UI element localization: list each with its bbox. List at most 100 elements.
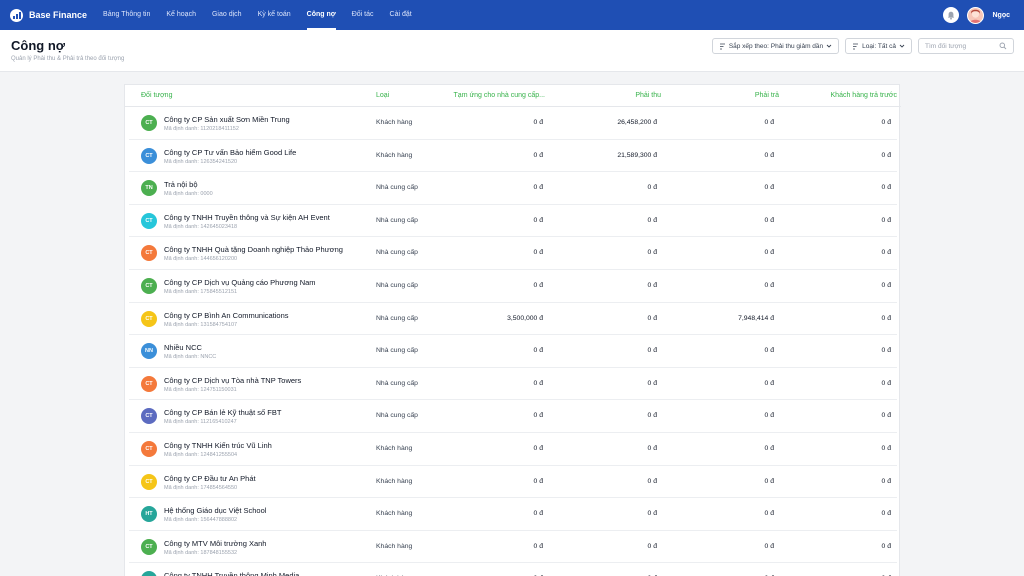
nav-item-partners[interactable]: Đối tác bbox=[344, 0, 382, 30]
user-name[interactable]: Ngọc bbox=[993, 12, 1011, 19]
advance-amount: 3,500,000 đ bbox=[507, 314, 543, 322]
entity-avatar: CT bbox=[141, 441, 157, 457]
entity-name[interactable]: Công ty MTV Môi trường Xanh bbox=[164, 539, 266, 548]
payable-amount: 0 đ bbox=[764, 184, 774, 192]
entity-name[interactable]: Công ty CP Bình An Communications bbox=[164, 311, 289, 320]
entity-code: Mã định danh: 112165410247 bbox=[164, 419, 237, 426]
table-row[interactable]: CT Công ty CP Dịch vụ Quảng cáo Phương Na… bbox=[129, 270, 897, 303]
search-input[interactable]: Tìm đối tượng bbox=[918, 38, 1014, 54]
receivable-amount: 21,589,300 đ bbox=[617, 151, 657, 159]
nav-item-debts[interactable]: Công nợ bbox=[299, 0, 344, 30]
receivable-amount: 0 đ bbox=[647, 249, 657, 257]
prepaid-amount: 0 đ bbox=[881, 542, 891, 550]
user-area: Ngọc bbox=[942, 0, 1011, 30]
entity-avatar: HT bbox=[141, 506, 157, 523]
prepaid-amount: 0 đ bbox=[881, 249, 891, 257]
advance-amount: 0 đ bbox=[533, 249, 543, 257]
entity-code: Mã định danh: 124841255504 bbox=[164, 452, 238, 458]
search-icon bbox=[999, 42, 1007, 50]
table-row[interactable]: NN Nhiều NCC Mã định danh: NNCC Nhà cung cấ… bbox=[129, 335, 897, 368]
table-row[interactable]: CT Công ty MTV Môi trường Xanh Mã định dan… bbox=[129, 531, 897, 564]
entity-type: Nhà cung cấp bbox=[376, 412, 418, 420]
entity-avatar: CT bbox=[141, 310, 157, 327]
table-row[interactable]: CT Công ty CP Sản xuất Sơn Miền Trung Mã đ… bbox=[129, 107, 897, 140]
entity-name[interactable]: Nhiều NCC bbox=[164, 343, 202, 352]
receivable-amount: 26,458,200 đ bbox=[617, 119, 657, 126]
table-row[interactable]: CTCông ty TNHH Truyền thông Minh MediaMã… bbox=[129, 563, 897, 576]
table-row[interactable]: CT Công ty TNHH Truyền thông và Sự kiện A… bbox=[129, 205, 897, 238]
entity-name[interactable]: Công ty TNHH Truyền thông Minh Media bbox=[164, 571, 299, 576]
nav-item-settings[interactable]: Cài đặt bbox=[382, 0, 420, 30]
entity-name[interactable]: Hệ thống Giáo dục Việt School bbox=[164, 506, 266, 515]
nav-item-accounting-period[interactable]: Kỳ kế toán bbox=[250, 0, 299, 30]
table-row[interactable]: CT Công ty CP Bán lẻ Kỹ thuật số FBT Mã đị… bbox=[129, 400, 897, 433]
chevron-down-icon bbox=[899, 44, 905, 48]
sort-dropdown[interactable]: Sắp xếp theo: Phải thu giảm dần bbox=[711, 38, 840, 54]
entity-name[interactable]: Công ty TNHH Quà tặng Doanh nghiệp Thảo … bbox=[164, 245, 343, 254]
entity-name[interactable]: Công ty TNHH Kiến trúc Vũ Linh bbox=[164, 441, 272, 450]
table-row[interactable]: TN Trả nội bộ Mã định danh: 0000 Nhà cung c… bbox=[129, 172, 897, 205]
entity-type: Nhà cung cấp bbox=[376, 314, 418, 322]
chevron-down-icon bbox=[826, 44, 832, 48]
entity-type: Nhà cung cấp bbox=[376, 347, 418, 355]
page-header: Công nợ Quản lý Phải thu & Phải trả theo… bbox=[0, 30, 1024, 72]
table-header: Đối tượng Loại Tạm ứng cho nhà cung cấp.… bbox=[125, 85, 901, 107]
entity-name[interactable]: Công ty TNHH Truyền thông và Sự kiện AH … bbox=[164, 213, 330, 222]
column-header-advance[interactable]: Tạm ứng cho nhà cung cấp... bbox=[425, 92, 545, 99]
entity-name[interactable]: Công ty CP Sản xuất Sơn Miền Trung bbox=[164, 115, 290, 124]
column-header-prepaid[interactable]: Khách hàng trả trước bbox=[785, 92, 897, 99]
table-row[interactable]: CT Công ty CP Bình An Communications Mã đị… bbox=[129, 303, 897, 336]
table-row[interactable]: CT Công ty CP Đầu tư An Phát Mã định danh:… bbox=[129, 466, 897, 499]
payable-amount: 0 đ bbox=[764, 542, 774, 550]
entity-type: Khách hàng bbox=[376, 151, 413, 159]
payable-amount: 0 đ bbox=[764, 282, 774, 289]
prepaid-amount: 0 đ bbox=[881, 314, 891, 322]
app-logo[interactable]: Base Finance bbox=[10, 8, 88, 22]
column-header-type[interactable]: Loại bbox=[376, 92, 389, 99]
advance-amount: 0 đ bbox=[533, 477, 543, 485]
prepaid-amount: 0 đ bbox=[881, 379, 891, 387]
table-row[interactable]: HT Hệ thống Giáo dục Việt School Mã định d… bbox=[129, 498, 897, 531]
entity-type: Khách hàng bbox=[376, 445, 413, 452]
column-header-receivable[interactable]: Phải thu bbox=[561, 92, 661, 99]
entity-name[interactable]: Công ty CP Đầu tư An Phát bbox=[164, 474, 256, 483]
sort-icon bbox=[719, 43, 725, 49]
nav-item-dashboard[interactable]: Bảng Thông tin bbox=[95, 0, 158, 30]
entity-name[interactable]: Trả nội bộ bbox=[164, 180, 198, 189]
app-name: Base Finance bbox=[29, 10, 88, 20]
entity-code: Mã định danh: 124751150031 bbox=[164, 386, 237, 393]
prepaid-amount: 0 đ bbox=[881, 412, 891, 420]
payable-amount: 0 đ bbox=[764, 412, 774, 420]
table-row[interactable]: CT Công ty CP Dịch vụ Tòa nhà TNP Towers M… bbox=[129, 368, 897, 401]
prepaid-amount: 0 đ bbox=[881, 216, 891, 224]
entity-name[interactable]: Công ty CP Dịch vụ Quảng cáo Phương Nam bbox=[164, 278, 316, 287]
advance-amount: 0 đ bbox=[533, 379, 543, 387]
top-navbar: Base Finance Bảng Thông tin Kế hoạch Gia… bbox=[0, 0, 1024, 30]
main-nav: Bảng Thông tin Kế hoạch Giao dịch Kỳ kế … bbox=[95, 0, 420, 30]
entity-name[interactable]: Công ty CP Bán lẻ Kỹ thuật số FBT bbox=[164, 408, 281, 417]
receivable-amount: 0 đ bbox=[647, 184, 657, 192]
entity-name[interactable]: Công ty CP Dịch vụ Tòa nhà TNP Towers bbox=[164, 376, 301, 385]
table-row[interactable]: CT Công ty TNHH Kiến trúc Vũ Linh Mã định … bbox=[129, 433, 897, 466]
nav-item-plan[interactable]: Kế hoạch bbox=[158, 0, 204, 30]
advance-amount: 0 đ bbox=[533, 542, 543, 550]
advance-amount: 0 đ bbox=[533, 510, 543, 518]
table-row[interactable]: CT Công ty TNHH Quà tặng Doanh nghiệp Thả… bbox=[129, 237, 897, 270]
receivable-amount: 0 đ bbox=[647, 282, 657, 289]
entity-avatar: TN bbox=[141, 180, 157, 197]
column-header-payable[interactable]: Phải trả bbox=[679, 92, 779, 99]
entity-code: Mã định danh: 142645023418 bbox=[164, 223, 238, 230]
logo-icon bbox=[10, 8, 23, 22]
table-row[interactable]: CT Công ty CP Tư vấn Bảo hiểm Good Life Mã… bbox=[129, 140, 897, 173]
filter-icon bbox=[853, 43, 859, 49]
receivable-amount: 0 đ bbox=[647, 510, 657, 518]
entity-name[interactable]: Công ty CP Tư vấn Bảo hiểm Good Life bbox=[164, 148, 296, 157]
type-filter-dropdown[interactable]: Loại: Tất cả bbox=[845, 38, 912, 54]
payable-amount: 0 đ bbox=[764, 119, 774, 126]
nav-item-transactions[interactable]: Giao dịch bbox=[204, 0, 250, 30]
notification-bell-icon[interactable] bbox=[942, 7, 959, 23]
user-avatar[interactable] bbox=[966, 6, 984, 24]
column-header-entity[interactable]: Đối tượng bbox=[141, 92, 172, 99]
payable-amount: 0 đ bbox=[764, 249, 774, 257]
prepaid-amount: 0 đ bbox=[881, 184, 891, 192]
